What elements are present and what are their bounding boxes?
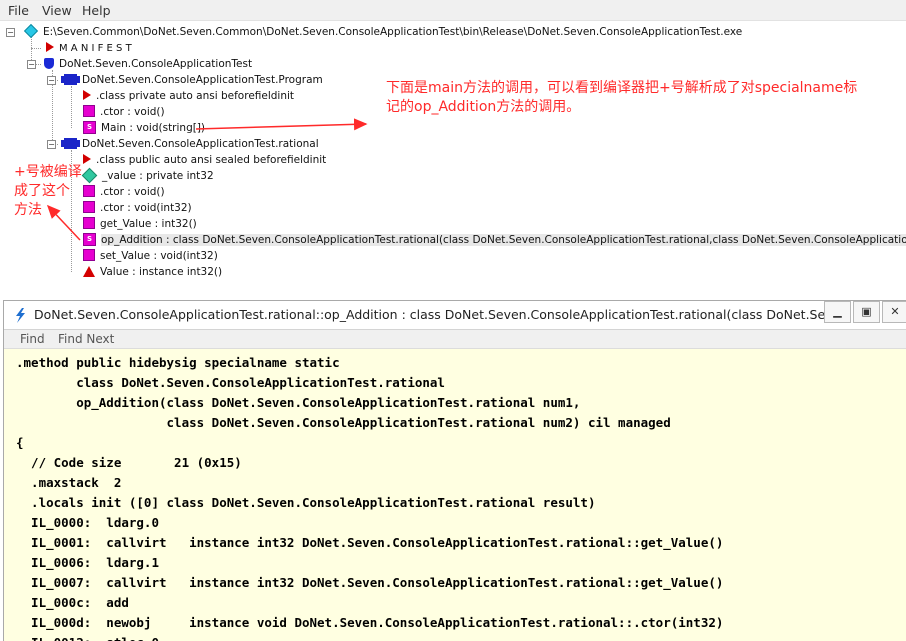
lightning-icon — [16, 308, 25, 323]
tree-node-rational-ctor[interactable]: .ctor : void() — [83, 184, 165, 200]
tree-node-rational-get-value[interactable]: get_Value : int32() — [83, 216, 197, 232]
tree-node-rational-attrs[interactable]: .class public auto ansi sealed beforefie… — [83, 152, 326, 168]
tree-line — [31, 48, 41, 49]
method-icon — [83, 249, 95, 261]
expander-root[interactable]: − — [6, 28, 15, 37]
il-code-line: class DoNet.Seven.ConsoleApplicationTest… — [16, 375, 445, 390]
tree-node-rational-set-value[interactable]: set_Value : void(int32) — [83, 248, 218, 264]
il-code-text: .method public hidebysig specialname sta… — [4, 349, 906, 641]
tree-node-rational-ctor-int[interactable]: .ctor : void(int32) — [83, 200, 192, 216]
il-code-line: IL_0006: ldarg.1 — [16, 555, 159, 570]
il-window: DoNet.Seven.ConsoleApplicationTest.ratio… — [3, 300, 906, 641]
method-icon — [83, 201, 95, 213]
il-code-line: class DoNet.Seven.ConsoleApplicationTest… — [16, 415, 671, 430]
annotation-plus-operator: +号被编译 成了这个 方法 — [14, 164, 82, 218]
tree-node-program-main[interactable]: S Main : void(string[]) — [83, 120, 205, 136]
class-icon — [61, 137, 80, 149]
namespace-icon — [44, 57, 54, 69]
minimize-button[interactable]: ▁ — [824, 301, 851, 323]
method-icon — [83, 185, 95, 197]
il-window-titlebar[interactable]: DoNet.Seven.ConsoleApplicationTest.ratio… — [4, 301, 906, 330]
method-icon — [83, 217, 95, 229]
expander-namespace[interactable]: − — [27, 60, 36, 69]
tree-node-namespace[interactable]: DoNet.Seven.ConsoleApplicationTest — [44, 56, 252, 72]
il-code-view[interactable]: .method public hidebysig specialname sta… — [4, 349, 906, 641]
il-window-title: DoNet.Seven.ConsoleApplicationTest.ratio… — [34, 307, 824, 322]
il-code-line: { — [16, 435, 24, 450]
il-code-line: .method public hidebysig specialname sta… — [16, 355, 340, 370]
il-code-line: op_Addition(class DoNet.Seven.ConsoleApp… — [16, 395, 581, 410]
tree-node-root[interactable]: E:\Seven.Common\DoNet.Seven.Common\DoNet… — [23, 23, 742, 40]
menu-help[interactable]: Help — [82, 3, 111, 18]
tree-node-rational-field[interactable]: _value : private int32 — [81, 167, 214, 184]
menu-bar: File View Help — [0, 0, 906, 21]
assembly-tree: − E:\Seven.Common\DoNet.Seven.Common\DoN… — [0, 22, 906, 300]
tree-node-rational-op-addition[interactable]: Sop_Addition : class DoNet.Seven.Console… — [83, 232, 906, 248]
il-find-bar: Find Find Next — [4, 330, 906, 349]
tree-node-program-attrs[interactable]: .class private auto ansi beforefieldinit — [83, 88, 294, 104]
maximize-button[interactable]: ▣ — [853, 301, 880, 323]
expander-rational[interactable]: − — [47, 140, 56, 149]
property-icon — [83, 265, 95, 277]
menu-file[interactable]: File — [8, 3, 29, 18]
il-code-line: IL_000c: add — [16, 595, 129, 610]
tree-node-manifest[interactable]: M A N I F E S T — [46, 40, 132, 56]
class-icon — [61, 73, 80, 85]
static-method-icon: S — [83, 120, 96, 134]
class-attr-icon — [83, 90, 91, 100]
tree-node-rational-value-prop[interactable]: Value : instance int32() — [83, 264, 222, 280]
expander-program[interactable]: − — [47, 76, 56, 85]
menu-view[interactable]: View — [42, 3, 72, 18]
find-button[interactable]: Find — [20, 332, 45, 346]
find-next-button[interactable]: Find Next — [58, 332, 114, 346]
il-code-line: IL_000d: newobj instance void DoNet.Seve… — [16, 615, 724, 630]
manifest-icon — [46, 42, 54, 52]
tree-line — [71, 86, 72, 128]
il-code-line: // Code size 21 (0x15) — [16, 455, 242, 470]
static-method-icon: S — [83, 232, 96, 246]
annotation-main-call: 下面是main方法的调用，可以看到编译器把+号解析成了对specialname标… — [386, 80, 858, 115]
il-code-line: .maxstack 2 — [16, 475, 122, 490]
il-code-line: .locals init ([0] class DoNet.Seven.Cons… — [16, 495, 596, 510]
il-code-line: IL_0000: ldarg.0 — [16, 515, 159, 530]
tree-node-program-class[interactable]: DoNet.Seven.ConsoleApplicationTest.Progr… — [61, 72, 323, 88]
assembly-icon — [23, 23, 39, 39]
tree-node-rational-class[interactable]: DoNet.Seven.ConsoleApplicationTest.ratio… — [61, 136, 319, 152]
il-code-line: IL_0001: callvirt instance int32 DoNet.S… — [16, 535, 724, 550]
il-code-line: IL_0007: callvirt instance int32 DoNet.S… — [16, 575, 724, 590]
tree-node-program-ctor[interactable]: .ctor : void() — [83, 104, 165, 120]
class-attr-icon — [83, 154, 91, 164]
method-icon — [83, 105, 95, 117]
close-button[interactable]: ✕ — [882, 301, 906, 323]
field-icon — [81, 167, 98, 183]
